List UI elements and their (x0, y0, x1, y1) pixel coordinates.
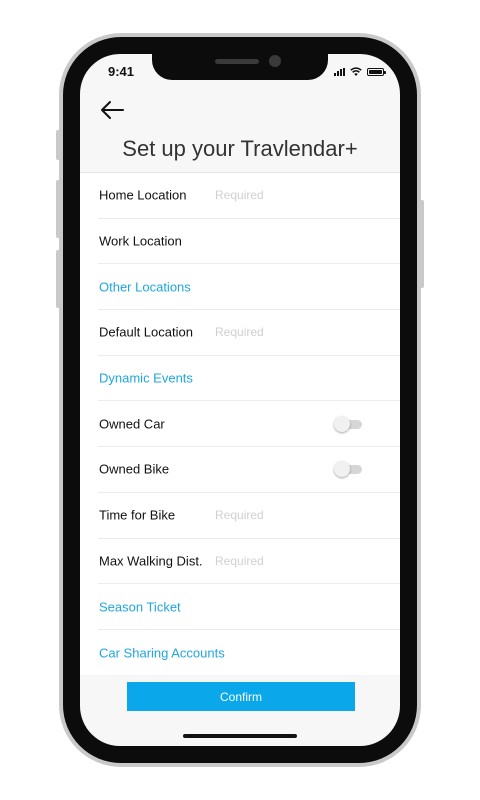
time-for-bike-label: Time for Bike (99, 507, 176, 523)
car-sharing-accounts-link[interactable]: Car Sharing Accounts (99, 645, 225, 660)
max-walking-dist-input[interactable] (215, 553, 355, 568)
work-location-input[interactable] (215, 234, 355, 249)
owned-bike-row: Owned Bike (98, 447, 400, 493)
season-ticket-row[interactable]: Season Ticket (98, 584, 400, 630)
phone-power-button (420, 200, 424, 288)
battery-icon (367, 68, 386, 76)
back-button[interactable] (98, 98, 126, 122)
owned-bike-label: Owned Bike (99, 461, 170, 477)
default-location-row: Default Location (98, 310, 400, 356)
time-for-bike-input[interactable] (215, 508, 355, 523)
max-walking-dist-label: Max Walking Dist. (99, 553, 203, 569)
phone-silent-switch (56, 130, 60, 160)
arrow-left-icon (101, 101, 124, 119)
confirm-button[interactable]: Confirm (127, 682, 355, 711)
owned-bike-toggle[interactable] (334, 461, 364, 478)
other-locations-link[interactable]: Other Locations (99, 279, 191, 294)
work-location-label: Work Location (99, 233, 182, 249)
toggle-knob (334, 415, 350, 432)
owned-car-toggle[interactable] (334, 415, 364, 432)
cellular-signal-icon (334, 68, 345, 76)
status-icons (334, 67, 386, 76)
owned-car-label: Owned Car (99, 416, 165, 432)
default-location-input[interactable] (215, 325, 355, 340)
front-camera (269, 55, 281, 67)
app-screen: 9:41 Set up your Travlendar+ Home Locati… (80, 54, 400, 746)
home-location-input[interactable] (215, 188, 355, 203)
dynamic-events-row[interactable]: Dynamic Events (98, 356, 400, 402)
phone-volume-up-button (56, 180, 60, 238)
time-for-bike-row: Time for Bike (98, 493, 400, 539)
other-locations-row[interactable]: Other Locations (98, 264, 400, 311)
owned-car-row: Owned Car (98, 401, 400, 448)
max-walking-dist-row: Max Walking Dist. (98, 539, 400, 585)
page-title: Set up your Travlendar+ (122, 136, 358, 161)
phone-volume-down-button (56, 250, 60, 308)
home-location-label: Home Location (99, 187, 187, 203)
car-sharing-accounts-row[interactable]: Car Sharing Accounts (98, 630, 400, 676)
phone-notch (152, 54, 328, 80)
speaker-grille (215, 59, 259, 64)
season-ticket-link[interactable]: Season Ticket (99, 599, 181, 614)
work-location-row: Work Location (98, 219, 400, 265)
phone-mockup: 9:41 Set up your Travlendar+ Home Locati… (0, 0, 480, 800)
dynamic-events-link[interactable]: Dynamic Events (99, 371, 193, 386)
setup-form: Home Location Work Location Other Locati… (80, 172, 400, 675)
home-indicator[interactable] (183, 734, 297, 738)
status-time: 9:41 (108, 64, 135, 79)
default-location-label: Default Location (99, 324, 193, 340)
wifi-icon (350, 67, 362, 76)
home-location-row: Home Location (98, 173, 400, 219)
toggle-knob (334, 461, 350, 478)
